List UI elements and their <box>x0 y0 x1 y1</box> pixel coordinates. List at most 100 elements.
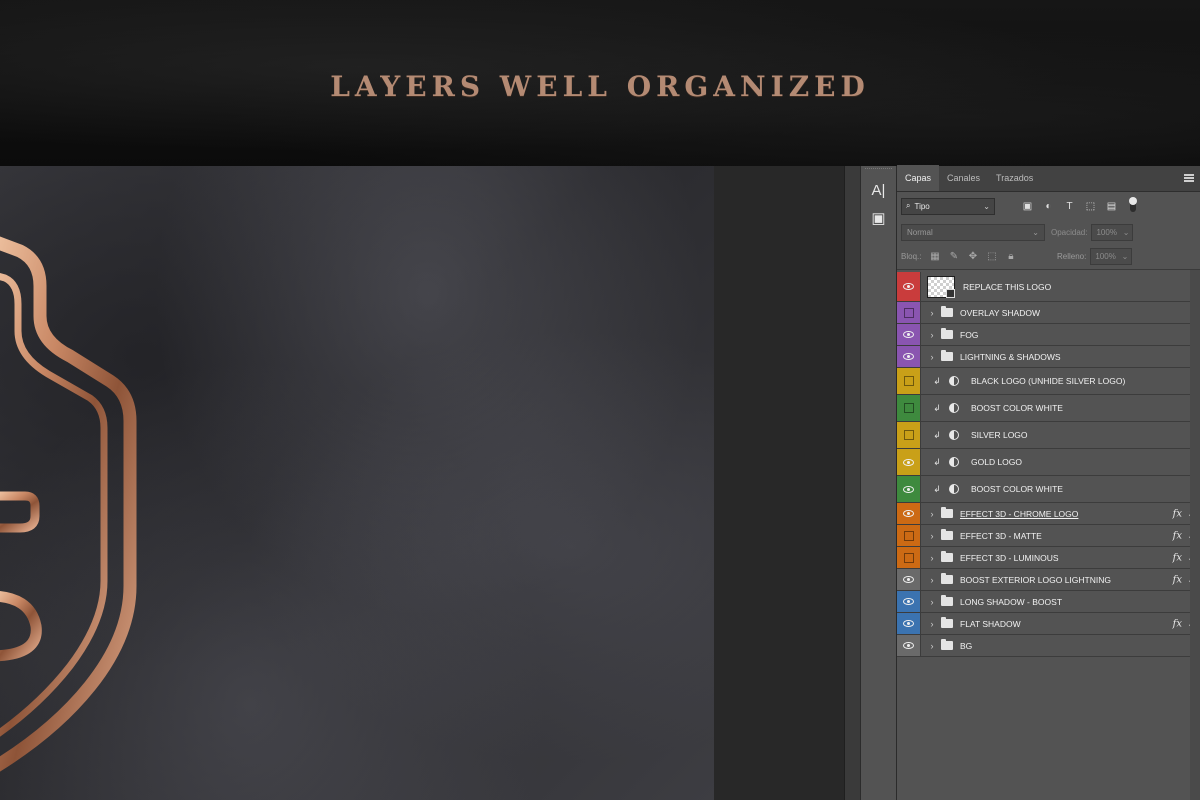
lock-all-icon[interactable]: 🔒︎ <box>1001 248 1020 265</box>
document-canvas[interactable] <box>0 166 714 800</box>
opacity-field[interactable]: 100% ⌄ <box>1091 223 1134 241</box>
lock-artboard-icon[interactable]: ⬚ <box>982 248 1001 265</box>
dock-grip[interactable] <box>865 168 892 174</box>
chevron-right-icon[interactable]: › <box>925 641 939 651</box>
layer-effects-icon[interactable]: fx <box>1173 530 1182 541</box>
blend-mode-select[interactable]: Normal ⌄ <box>901 223 1045 241</box>
layer-row[interactable]: ›EFFECT 3D - CHROME LOGOfx⌄ <box>897 503 1200 525</box>
3d-cube-icon[interactable]: ▣ <box>865 206 893 230</box>
layer-row[interactable]: ›BOOST EXTERIOR LOGO LIGHTNINGfx⌄ <box>897 569 1200 591</box>
lock-transparency-icon[interactable]: ▦ <box>925 248 944 265</box>
layer-visibility-toggle[interactable] <box>897 569 921 590</box>
layer-effects-icon[interactable]: fx <box>1173 618 1182 629</box>
fill-field[interactable]: 100% ⌄ <box>1090 248 1133 265</box>
layer-row[interactable]: › LONG SHADOW - BOOST <box>897 591 1200 613</box>
clipping-mask-icon: ↲ <box>933 375 941 386</box>
chevron-right-icon[interactable]: › <box>925 575 939 585</box>
layer-visibility-toggle[interactable] <box>897 547 921 568</box>
tab-capas[interactable]: Capas <box>897 165 940 191</box>
layer-visibility-toggle[interactable] <box>897 324 921 345</box>
layer-row[interactable]: › FOG <box>897 324 1200 346</box>
chevron-right-icon[interactable]: › <box>925 308 939 318</box>
chevron-right-icon[interactable]: › <box>925 553 939 563</box>
folder-icon <box>941 573 953 584</box>
character-icon[interactable]: A| <box>865 178 893 202</box>
layer-visibility-toggle[interactable] <box>897 635 921 656</box>
folder-icon <box>941 595 953 606</box>
lock-label: Bloq.: <box>901 252 922 261</box>
layer-filter-select[interactable]: ⌕ Tipo ⌄ <box>901 197 995 215</box>
layer-row[interactable]: ›EFFECT 3D - MATTEfx⌄ <box>897 525 1200 547</box>
chevron-down-icon: ⌄ <box>1032 227 1039 237</box>
layer-row[interactable]: ↲ GOLD LOGO <box>897 449 1200 476</box>
chevron-down-icon: ⌄ <box>1122 227 1130 237</box>
folder-icon <box>941 306 953 317</box>
folder-icon <box>941 617 953 628</box>
tab-trazados[interactable]: Trazados <box>988 165 1041 191</box>
layer-visibility-toggle[interactable] <box>897 525 921 546</box>
layer-visibility-toggle[interactable] <box>897 422 921 448</box>
layer-visibility-toggle[interactable] <box>897 302 921 323</box>
layer-row[interactable]: › BG <box>897 635 1200 657</box>
layer-row[interactable]: ↲ BOOST COLOR WHITE <box>897 395 1200 422</box>
layer-visibility-toggle[interactable] <box>897 476 921 502</box>
adjustment-layer-icon <box>949 376 959 386</box>
layer-row[interactable]: › LIGHTNING & SHADOWS <box>897 346 1200 368</box>
layer-effects-icon[interactable]: fx <box>1173 574 1182 585</box>
layer-row[interactable]: ›EFFECT 3D - LUMINOUSfx⌄ <box>897 547 1200 569</box>
layer-visibility-toggle[interactable] <box>897 272 921 301</box>
layer-name: EFFECT 3D - MATTE <box>960 530 1042 541</box>
adjustment-layer-icon <box>949 430 959 440</box>
tab-canales[interactable]: Canales <box>939 165 988 191</box>
chevron-right-icon[interactable]: › <box>925 352 939 362</box>
filter-toggle[interactable] <box>1129 197 1137 212</box>
layer-name: BOOST EXTERIOR LOGO LIGHTNING <box>960 574 1111 585</box>
layer-visibility-toggle[interactable] <box>897 613 921 634</box>
chevron-right-icon[interactable]: › <box>925 330 939 340</box>
layer-row[interactable]: ↲ SILVER LOGO <box>897 422 1200 449</box>
opacity-label: Opacidad: <box>1051 227 1088 237</box>
hidden-box-icon <box>903 403 914 413</box>
chevron-down-icon: ⌄ <box>983 201 990 211</box>
chevron-right-icon[interactable]: › <box>925 619 939 629</box>
image-filter-icon[interactable]: ▣ <box>1017 198 1038 215</box>
fill-label: Relleno: <box>1057 252 1087 261</box>
panel-menu-icon[interactable] <box>1184 174 1194 182</box>
layer-row[interactable]: ↲ BOOST COLOR WHITE <box>897 476 1200 503</box>
blend-row: Normal ⌄ Opacidad: 100% ⌄ <box>897 220 1200 244</box>
hidden-box-icon <box>903 430 914 440</box>
lock-brush-icon[interactable]: ✎ <box>944 248 963 265</box>
layer-row[interactable]: REPLACE THIS LOGO <box>897 272 1200 302</box>
smart-object-thumbnail[interactable] <box>927 275 955 298</box>
eye-icon <box>903 598 914 605</box>
layer-visibility-toggle[interactable] <box>897 503 921 524</box>
type-filter-icon[interactable]: T <box>1059 198 1080 215</box>
layer-row[interactable]: ↲ BLACK LOGO (UNHIDE SILVER LOGO) <box>897 368 1200 395</box>
hidden-box-icon <box>903 552 914 563</box>
layers-scrollbar[interactable] <box>1190 270 1200 800</box>
adjustment-filter-icon[interactable]: ◐ <box>1038 198 1059 215</box>
layer-name: GOLD LOGO <box>971 457 1023 467</box>
layer-visibility-toggle[interactable] <box>897 346 921 367</box>
layer-visibility-toggle[interactable] <box>897 368 921 394</box>
layer-row[interactable]: ›FLAT SHADOWfx⌄ <box>897 613 1200 635</box>
folder-icon <box>941 328 953 339</box>
layer-name: SILVER LOGO <box>971 430 1028 440</box>
lock-move-icon[interactable]: ✥ <box>963 248 982 265</box>
smart-object-filter-icon[interactable]: ▤ <box>1101 198 1122 215</box>
layer-effects-icon[interactable]: fx <box>1173 508 1182 519</box>
layer-visibility-toggle[interactable] <box>897 591 921 612</box>
layer-visibility-toggle[interactable] <box>897 449 921 475</box>
opacity-value: 100% <box>1096 227 1117 237</box>
chevron-right-icon[interactable]: › <box>925 509 939 519</box>
layer-visibility-toggle[interactable] <box>897 395 921 421</box>
folder-icon <box>941 350 953 361</box>
layer-row[interactable]: › OVERLAY SHADOW <box>897 302 1200 324</box>
layer-name: LIGHTNING & SHADOWS <box>960 351 1061 362</box>
chevron-right-icon[interactable]: › <box>925 531 939 541</box>
chevron-down-icon: ⌄ <box>1121 252 1129 261</box>
chevron-right-icon[interactable]: › <box>925 597 939 607</box>
layer-effects-icon[interactable]: fx <box>1173 552 1182 563</box>
eye-icon <box>903 576 914 583</box>
shape-filter-icon[interactable]: ⬚ <box>1080 198 1101 215</box>
